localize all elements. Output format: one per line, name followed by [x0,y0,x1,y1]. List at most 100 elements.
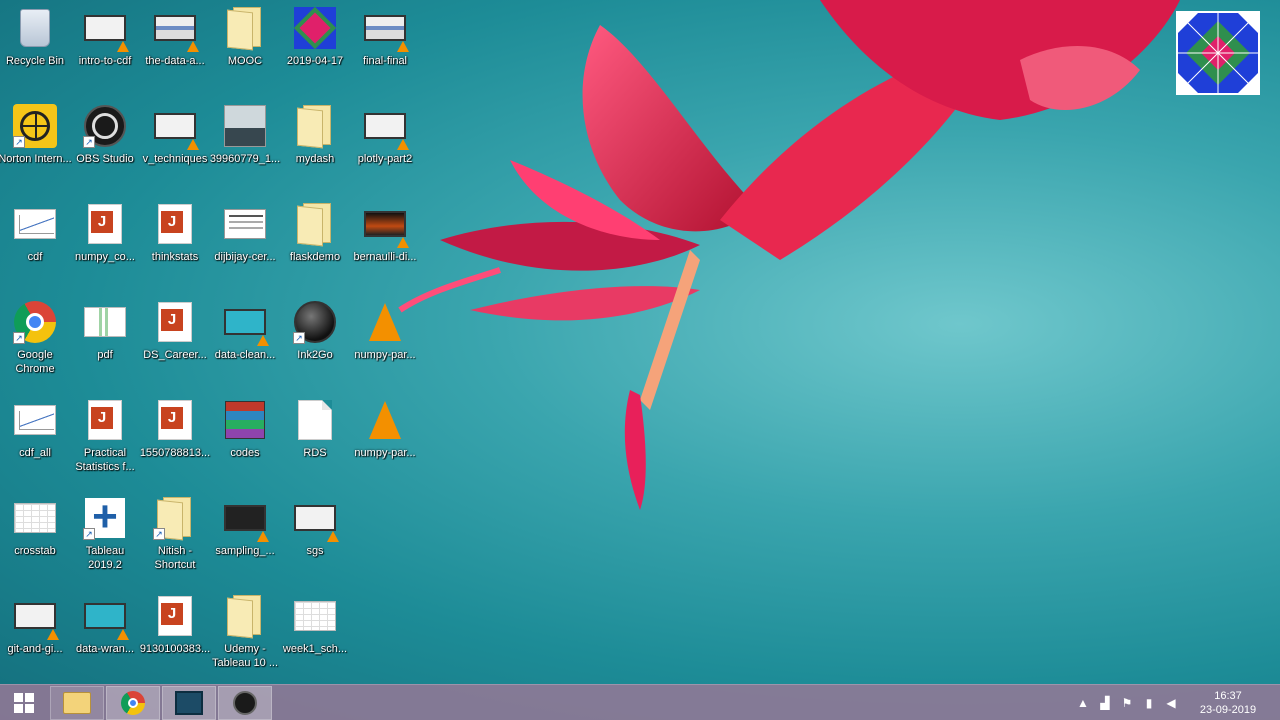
desktop-icon-plotly-part2[interactable]: plotly-part2 [350,98,420,188]
icon-label: v_techniques [142,153,208,165]
icon-label: numpy-par... [354,349,416,361]
desktop-icon-mooc[interactable]: MOOC [210,0,280,90]
desktop-icon-9130100383[interactable]: J 9130100383... [140,588,210,678]
taskbar-chrome[interactable] [106,685,160,720]
obs-icon [233,690,257,715]
desktop-icon-the-data-a[interactable]: the-data-a... [140,0,210,90]
desktop-icon-sgs[interactable]: sgs [280,490,350,580]
desktop-icon-ink2go[interactable]: ↗ Ink2Go [280,294,350,384]
icon-label: 9130100383... [139,643,211,655]
icon-label: Recycle Bin [5,55,65,67]
desktop-icon-recycle-bin[interactable]: Recycle Bin [0,0,70,90]
taskbar-obs[interactable] [218,685,272,720]
ink2go-icon: ↗ [293,300,337,344]
clock-date: 23-09-2019 [1199,703,1257,716]
desktop-icon-39960779[interactable]: 39960779_1... [210,98,280,188]
icon-label: Udemy - Tableau 10 ... [211,643,279,669]
icon-label: data-clean... [214,349,276,361]
desktop-icon-1550788813[interactable]: J 1550788813... [140,392,210,482]
icon-label: numpy-par... [354,447,416,459]
desktop-icon-git-and-gi[interactable]: git-and-gi... [0,588,70,678]
desktop-icon-numpy-par-1[interactable]: numpy-par... [350,294,420,384]
icon-label: 1550788813... [139,447,211,459]
document-icon: J [153,398,197,442]
desktop-icon-cdf-all[interactable]: cdf_all [0,392,70,482]
action-center-flag-icon[interactable]: ⚑ [1116,693,1138,713]
taskbar-file-explorer[interactable] [50,685,104,720]
document-icon: J [83,398,127,442]
winrar-archive-icon [223,398,267,442]
video-file-icon [363,104,409,150]
icon-label: dijbijay-cer... [214,251,276,263]
desktop-icon-ds-career[interactable]: J DS_Career... [140,294,210,384]
desktop-icon-thinkstats[interactable]: J thinkstats [140,196,210,286]
desktop-icon-bernaulli-di[interactable]: bernaulli-di... [350,196,420,286]
desktop-icon-2019-04-17[interactable]: 2019-04-17 [280,0,350,90]
desktop-icon-cdf[interactable]: cdf [0,196,70,286]
desktop-icon-practical-statistics[interactable]: J Practical Statistics f... [70,392,140,482]
desktop-icon-flaskdemo[interactable]: flaskdemo [280,196,350,286]
desktop-icon-v-techniques[interactable]: v_techniques [140,98,210,188]
desktop-icon-numpy-par-2[interactable]: numpy-par... [350,392,420,482]
clock-time: 16:37 [1214,689,1242,702]
desktop-icon-numpy-co[interactable]: J numpy_co... [70,196,140,286]
recycle-bin-icon [13,6,57,50]
speaker-icon[interactable]: ◀ [1160,693,1182,713]
icon-label: final-final [362,55,408,67]
desktop-icon-mydash[interactable]: mydash [280,98,350,188]
battery-icon[interactable]: ▮ [1138,693,1160,713]
desktop-icon-norton[interactable]: ↗ Norton Intern... [0,98,72,188]
icon-label: week1_sch... [282,643,348,655]
desktop-icon-tableau[interactable]: ↗ Tableau 2019.2 [70,490,140,580]
desktop-icon-nitish-shortcut[interactable]: ↗ Nitish - Shortcut [140,490,210,580]
desktop-icon-sampling[interactable]: sampling_... [210,490,280,580]
taskbar-app-window[interactable] [162,685,216,720]
vlc-cone-icon [363,300,407,344]
icon-label: bernaulli-di... [353,251,417,263]
icon-label: thinkstats [151,251,199,263]
icon-label: data-wran... [75,643,135,655]
desktop-icon-obs-studio[interactable]: ↗ OBS Studio [70,98,140,188]
video-file-icon [363,6,409,52]
icon-label: intro-to-cdf [78,55,132,67]
corner-logo [1176,11,1260,95]
icon-label: DS_Career... [143,349,207,361]
spreadsheet-image-icon [293,594,337,638]
taskbar-clock[interactable]: 16:37 23-09-2019 [1190,689,1266,717]
icon-label: cdf_all [19,447,51,459]
icon-label: numpy_co... [75,251,135,263]
desktop-icon-google-chrome[interactable]: ↗ Google Chrome [0,294,70,384]
video-file-icon [223,300,269,346]
desktop-icon-final-final[interactable]: final-final [350,0,420,90]
desktop-icon-intro-to-cdf[interactable]: intro-to-cdf [70,0,140,90]
chevron-up-icon[interactable]: ▲ [1072,693,1094,713]
folder-icon: ↗ [153,496,197,541]
icon-label: git-and-gi... [7,643,63,655]
spreadsheet-image-icon [13,496,57,540]
desktop-icon-codes[interactable]: codes [210,392,280,482]
folder-icon [63,691,91,714]
icon-label: pdf [97,349,113,361]
desktop-icon-pdf[interactable]: pdf [70,294,140,384]
photo-icon [223,104,267,148]
vlc-cone-icon [363,398,407,442]
icon-label: flaskdemo [289,251,341,263]
windows-logo-icon [14,692,34,713]
chart-image-icon [83,300,127,344]
folder-icon [223,594,267,639]
icon-label: codes [230,447,260,459]
network-icon[interactable]: ▟ [1094,693,1116,713]
desktop-icon-udemy-tableau[interactable]: Udemy - Tableau 10 ... [210,588,280,678]
desktop-icon-data-clean[interactable]: data-clean... [210,294,280,384]
document-icon: J [153,594,197,638]
desktop-icon-data-wran[interactable]: data-wran... [70,588,140,678]
desktop-icon-week1-sch[interactable]: week1_sch... [280,588,350,678]
desktop-icon-crosstab[interactable]: crosstab [0,490,70,580]
video-file-icon [13,594,59,640]
folder-icon [293,202,337,247]
icon-label: Ink2Go [297,349,333,361]
chrome-icon [121,690,145,715]
desktop-icon-dijbijay-cer[interactable]: dijbijay-cer... [210,196,280,286]
desktop-icon-rds[interactable]: RDS [280,392,350,482]
start-button[interactable] [0,685,48,720]
